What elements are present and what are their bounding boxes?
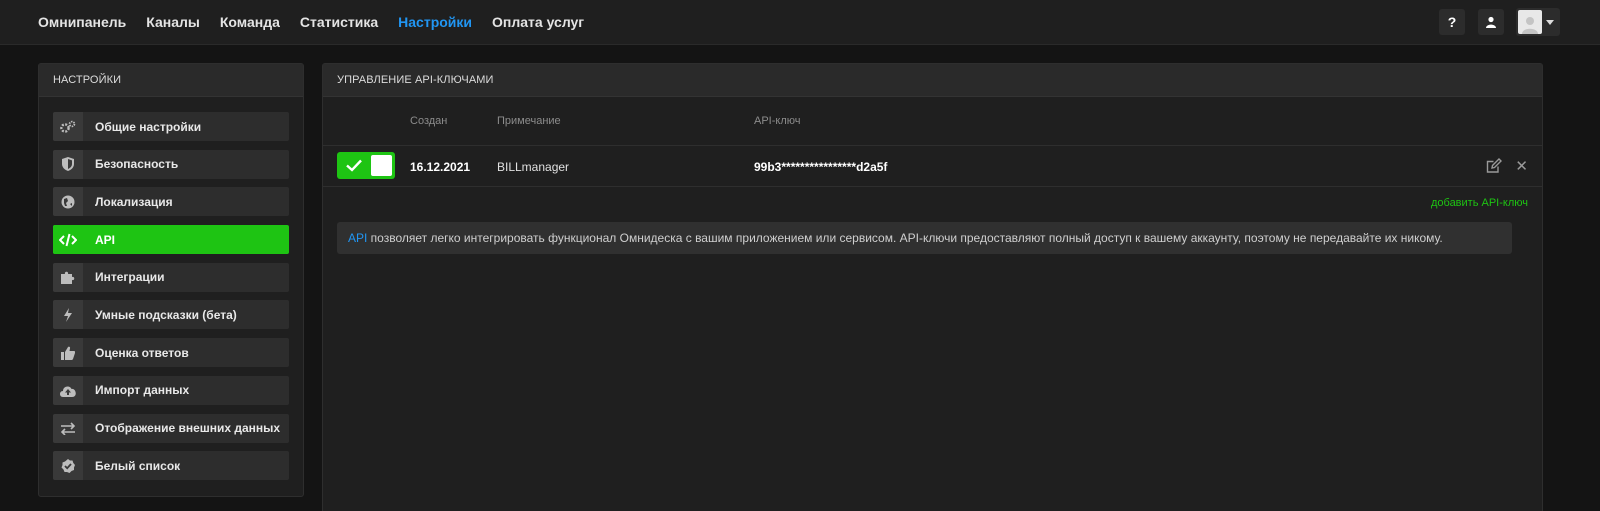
api-docs-link[interactable]: API [348,231,367,245]
created-date: 16.12.2021 [410,160,471,174]
add-api-key-link[interactable]: добавить API-ключ [1431,197,1528,209]
nav-team[interactable]: Команда [220,14,280,30]
panel-title: УПРАВЛЕНИЕ API-КЛЮЧАМИ [323,64,1542,97]
thumbs-up-icon [53,338,83,368]
nav-omnipanel[interactable]: Омнипанель [38,14,126,30]
delete-key-icon[interactable]: ✕ [1515,157,1528,175]
edit-icon[interactable] [1486,158,1502,174]
sidebar-item-smart-hints[interactable]: Умные подсказки (бета) [53,300,289,330]
user-button[interactable] [1478,9,1504,35]
avatar [1518,10,1542,34]
topbar-actions: ? [1426,8,1560,36]
api-info-box: API позволяет легко интегрировать функци… [337,222,1512,254]
sidebar-item-label: Безопасность [95,157,179,172]
info-text: позволяет легко интегрировать функционал… [367,231,1443,245]
help-button[interactable]: ? [1439,9,1465,35]
sidebar-item-label: Белый список [95,458,181,473]
sidebar-item-label: Общие настройки [95,119,202,134]
sidebar-item-label: Умные подсказки (бета) [95,307,237,322]
settings-menu: Общие настройки Безопасность Локализация… [53,112,289,489]
column-api-key: API-ключ [754,115,801,127]
help-icon: ? [1447,14,1457,30]
globe-icon [53,187,83,217]
profile-menu[interactable] [1516,8,1560,36]
sidebar-item-general[interactable]: Общие настройки [53,112,289,141]
shield-icon [53,149,83,179]
sidebar-item-api[interactable]: API [53,225,289,255]
check-badge-icon [53,451,83,481]
key-note: BILLmanager [497,160,570,174]
check-icon [346,159,362,172]
sidebar-title: НАСТРОЙКИ [39,64,303,97]
api-keys-panel: УПРАВЛЕНИЕ API-КЛЮЧАМИ Создан Примечание… [322,63,1543,511]
nav-settings[interactable]: Настройки [398,14,472,30]
sidebar-item-whitelist[interactable]: Белый список [53,451,289,481]
sidebar-item-label: Локализация [95,194,173,209]
puzzle-icon [53,262,83,292]
sidebar-item-label: Отображение внешних данных [95,421,281,435]
sidebar-item-label: API [95,232,116,247]
nav-channels[interactable]: Каналы [146,14,200,30]
sidebar-item-security[interactable]: Безопасность [53,149,289,179]
user-icon [1486,16,1496,28]
table-header: Создан Примечание API-ключ [323,97,1542,146]
sidebar-item-integrations[interactable]: Интеграции [53,262,289,292]
top-navbar: Омнипанель Каналы Команда Статистика Нас… [0,0,1600,45]
api-key-value: 99b3****************d2a5f [754,160,888,174]
sidebar-item-localization[interactable]: Локализация [53,187,289,217]
cloud-upload-icon [53,375,83,405]
nav-statistics[interactable]: Статистика [300,14,378,30]
bolt-icon [53,300,83,330]
sidebar-item-label: Интеграции [95,270,165,285]
exchange-icon [53,413,83,443]
sidebar-item-external-data[interactable]: Отображение внешних данных [53,413,289,443]
table-row: 16.12.2021 BILLmanager 99b3*************… [323,146,1542,187]
sidebar-item-label: Оценка ответов [95,345,189,360]
settings-sidebar: НАСТРОЙКИ Общие настройки Безопасность Л… [38,63,304,497]
sidebar-item-import[interactable]: Импорт данных [53,375,289,405]
column-created: Создан [410,115,448,127]
sidebar-item-ratings[interactable]: Оценка ответов [53,338,289,368]
column-note: Примечание [497,115,561,127]
caret-down-icon [1546,19,1554,25]
gears-icon [53,112,83,141]
main-nav: Омнипанель Каналы Команда Статистика Нас… [38,0,604,44]
code-icon [53,225,83,255]
nav-billing[interactable]: Оплата услуг [492,14,584,30]
key-enabled-toggle[interactable] [337,152,395,179]
sidebar-item-label: Импорт данных [95,383,190,398]
toggle-knob [371,155,392,176]
